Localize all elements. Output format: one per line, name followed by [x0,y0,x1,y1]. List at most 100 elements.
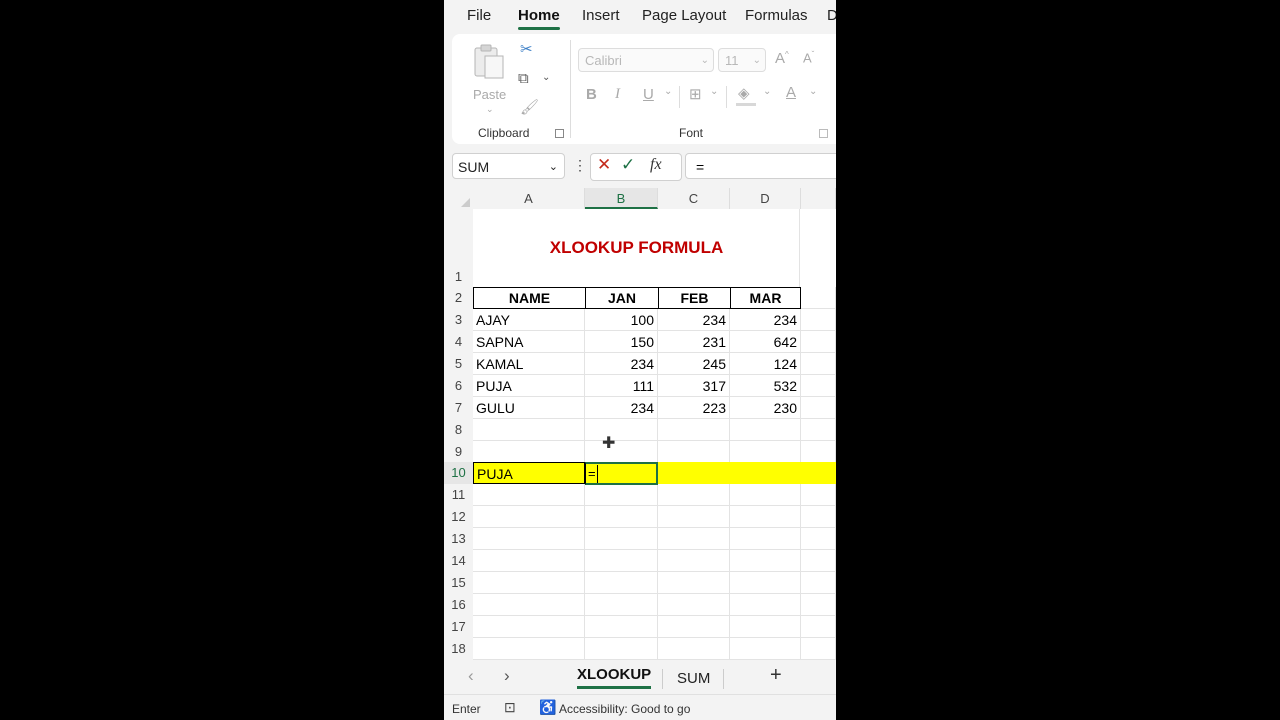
row-header[interactable]: 9 [444,441,473,462]
accessibility-icon[interactable]: ♿ [539,699,556,716]
table-cell[interactable]: 317 [658,375,730,397]
empty-cell[interactable] [658,484,730,506]
table-cell[interactable]: PUJA [473,375,585,397]
empty-cell[interactable] [801,441,836,463]
empty-cell[interactable] [730,572,801,594]
active-cell-b10[interactable]: = [585,462,658,485]
table-cell[interactable]: 234 [658,309,730,331]
font-color-icon[interactable]: A [786,84,796,101]
empty-cell[interactable] [801,572,836,594]
row-header[interactable]: 1 [444,209,473,288]
bold-button[interactable]: B [586,86,597,103]
shrink-font-icon[interactable]: Aˇ [803,50,814,65]
empty-cell[interactable] [473,419,585,441]
header-cell-mar[interactable]: MAR [730,287,801,309]
table-cell[interactable]: 231 [658,331,730,353]
table-cell[interactable]: 111 [585,375,658,397]
empty-cell[interactable] [801,331,836,353]
empty-cell[interactable] [801,353,836,375]
empty-cell[interactable] [473,616,585,638]
empty-cell[interactable] [658,572,730,594]
format-painter-icon[interactable]: 🖌 [520,98,539,116]
scroll-left-icon[interactable]: ‹ [468,666,474,686]
lookup-name-cell[interactable]: PUJA [473,462,585,484]
sheet-tab-sum[interactable]: SUM [677,670,710,687]
row-header[interactable]: 10 [444,462,473,484]
column-header-c[interactable]: C [658,188,730,209]
table-cell[interactable]: SAPNA [473,331,585,353]
column-header-b[interactable]: B [585,188,658,209]
empty-cell[interactable] [801,484,836,506]
empty-cell[interactable] [801,594,836,616]
font-name-combo[interactable]: Calibri ⌄ [578,48,714,72]
row-header[interactable]: 13 [444,528,473,550]
row-header[interactable]: 2 [444,287,473,309]
empty-cell[interactable] [473,484,585,506]
empty-cell[interactable] [658,550,730,572]
empty-cell[interactable] [730,550,801,572]
table-cell[interactable]: AJAY [473,309,585,331]
font-color-chevron-icon[interactable]: ⌄ [809,86,817,97]
tab-data[interactable]: D [827,7,836,24]
table-cell[interactable]: 532 [730,375,801,397]
clipboard-launcher-icon[interactable] [555,129,564,138]
table-cell[interactable]: 642 [730,331,801,353]
row-header[interactable]: 6 [444,375,473,397]
empty-cell[interactable] [801,287,836,309]
empty-cell[interactable] [658,506,730,528]
row-header[interactable]: 8 [444,419,473,441]
empty-cell[interactable] [585,572,658,594]
empty-cell[interactable] [585,594,658,616]
empty-cell[interactable] [730,638,801,660]
empty-cell[interactable] [801,550,836,572]
empty-cell[interactable] [801,419,836,441]
empty-cell[interactable] [658,594,730,616]
select-all-corner[interactable] [444,188,473,209]
formula-input[interactable]: = [685,153,836,179]
empty-cell[interactable] [801,638,836,660]
table-cell[interactable]: 245 [658,353,730,375]
tab-home[interactable]: Home [518,7,560,30]
empty-cell[interactable] [585,550,658,572]
empty-cell[interactable] [473,638,585,660]
header-cell-name[interactable]: NAME [473,287,586,309]
empty-cell[interactable] [585,484,658,506]
tab-formulas[interactable]: Formulas [745,7,808,24]
table-cell[interactable]: 124 [730,353,801,375]
header-cell-feb[interactable]: FEB [658,287,731,309]
copy-icon[interactable]: ⧉ [518,70,529,87]
table-cell[interactable]: GULU [473,397,585,419]
empty-cell[interactable] [730,484,801,506]
empty-cell[interactable] [801,506,836,528]
cancel-icon[interactable]: ✕ [597,155,611,175]
sheet-tab-xlookup[interactable]: XLOOKUP [577,666,652,689]
table-cell[interactable]: 234 [585,353,658,375]
empty-cell[interactable] [585,506,658,528]
row-header[interactable]: 12 [444,506,473,528]
underline-button[interactable]: U [643,86,654,103]
borders-icon[interactable]: ⊞ [689,85,702,103]
empty-cell[interactable] [585,616,658,638]
tab-file[interactable]: File [467,7,491,24]
empty-cell[interactable] [801,375,836,397]
empty-cell[interactable] [473,594,585,616]
column-header-a[interactable]: A [473,188,585,209]
add-sheet-button[interactable]: + [770,664,782,687]
empty-cell[interactable] [473,550,585,572]
row-header[interactable]: 15 [444,572,473,594]
empty-cell[interactable] [730,506,801,528]
table-cell[interactable]: 230 [730,397,801,419]
table-cell[interactable]: 234 [730,309,801,331]
empty-cell[interactable] [801,616,836,638]
scroll-right-icon[interactable]: › [504,666,510,686]
underline-chevron-icon[interactable]: ⌄ [664,86,672,97]
table-cell[interactable]: KAMAL [473,353,585,375]
font-size-combo[interactable]: 11 ⌄ [718,48,766,72]
empty-cell[interactable] [473,572,585,594]
table-cell[interactable]: 100 [585,309,658,331]
empty-cell[interactable] [473,441,585,463]
empty-cell[interactable] [658,616,730,638]
table-cell[interactable]: 150 [585,331,658,353]
row-header[interactable]: 17 [444,616,473,638]
empty-cell[interactable] [585,441,658,463]
